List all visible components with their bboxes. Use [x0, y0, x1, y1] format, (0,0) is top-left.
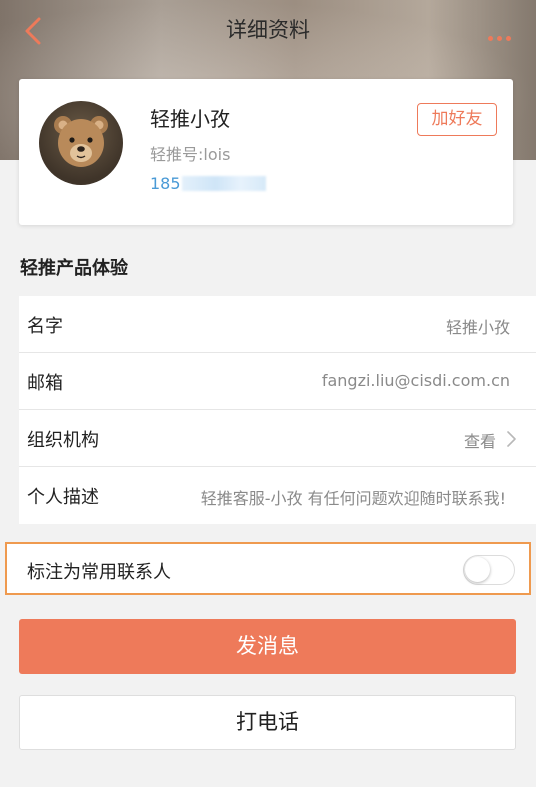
profile-card: 轻推小孜 轻推号:lois 185 加好友 [19, 79, 513, 225]
row-label: 个人描述 [27, 487, 99, 508]
call-button[interactable]: 打电话 [19, 695, 516, 750]
send-message-button[interactable]: 发消息 [19, 619, 516, 674]
row-label: 名字 [27, 316, 63, 337]
detail-row-email[interactable]: 邮箱 fangzi.liu@cisdi.com.cn [19, 353, 536, 410]
section-title: 轻推产品体验 [20, 258, 128, 279]
row-value[interactable]: 查看 [464, 428, 496, 452]
favorite-contact-label: 标注为常用联系人 [27, 562, 171, 583]
detail-row-description: 个人描述 轻推客服-小孜 有任何问题欢迎随时联系我! [19, 467, 536, 524]
avatar[interactable] [39, 101, 123, 185]
toggle-knob [465, 557, 490, 582]
row-label: 组织机构 [27, 430, 99, 451]
row-label: 邮箱 [27, 373, 63, 394]
detail-row-organization[interactable]: 组织机构 查看 [19, 410, 536, 467]
favorite-contact-row: 标注为常用联系人 [5, 542, 531, 595]
phone-redaction [182, 176, 266, 191]
favorite-toggle[interactable] [463, 555, 515, 585]
detail-row-name: 名字 轻推小孜 [19, 296, 536, 353]
teddy-bear-icon [54, 116, 108, 167]
row-value: 轻推客服-小孜 有任何问题欢迎随时联系我! [200, 489, 506, 508]
detail-list: 名字 轻推小孜 邮箱 fangzi.liu@cisdi.com.cn 组织机构 … [19, 296, 536, 524]
row-value[interactable]: fangzi.liu@cisdi.com.cn [322, 371, 510, 390]
profile-name: 轻推小孜 [150, 107, 230, 131]
more-dots-icon[interactable] [488, 26, 516, 41]
add-friend-button[interactable]: 加好友 [417, 103, 497, 136]
nav-bar: 详细资料 [0, 0, 536, 64]
page-title: 详细资料 [226, 18, 310, 42]
chevron-right-icon [507, 431, 516, 447]
account-id: 轻推号:lois [150, 145, 231, 164]
row-value: 轻推小孜 [445, 318, 510, 337]
phone-number[interactable]: 185 [150, 174, 181, 193]
